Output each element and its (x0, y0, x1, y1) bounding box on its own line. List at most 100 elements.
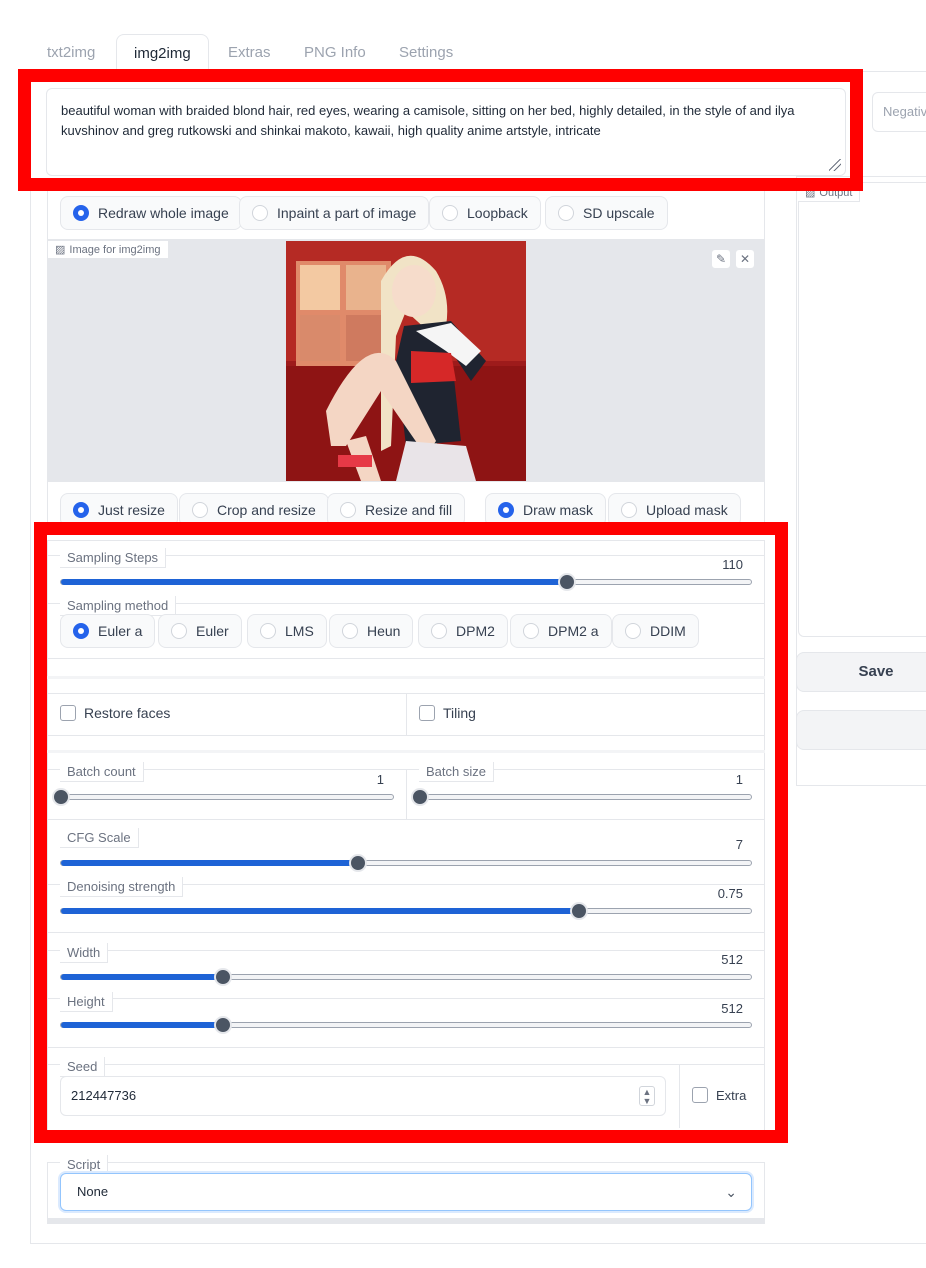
mode-inpaint[interactable]: Inpaint a part of image (239, 196, 430, 230)
prompt-input[interactable]: beautiful woman with braided blond hair,… (46, 88, 846, 176)
sampler-lms[interactable]: LMS (247, 614, 327, 648)
mode-redraw-whole-image[interactable]: Redraw whole image (60, 196, 242, 230)
seed-label: Seed (60, 1057, 106, 1077)
resize-just-resize[interactable]: Just resize (60, 493, 178, 527)
radio-icon (523, 623, 539, 639)
width-slider[interactable] (60, 968, 752, 986)
slider-handle[interactable] (348, 854, 367, 872)
slider-fill (61, 974, 224, 980)
width-label: Width (60, 943, 109, 963)
edit-icon[interactable]: ✎ (711, 249, 731, 269)
radio-icon (192, 502, 208, 518)
restore-faces-checkbox[interactable]: Restore faces (60, 705, 170, 721)
script-dropdown[interactable]: None ⌄ (60, 1173, 752, 1211)
page-border-bottom (30, 1243, 926, 1244)
seed-value: 212447736 (71, 1088, 137, 1103)
image-icon: ▨ (55, 244, 66, 256)
secondary-button[interactable] (796, 710, 926, 750)
batch-size-slider[interactable] (411, 788, 752, 806)
sampling-steps-slider[interactable] (60, 573, 752, 591)
batch-count-slider[interactable] (52, 788, 394, 806)
tiling-checkbox[interactable]: Tiling (419, 705, 476, 721)
radio-icon (442, 205, 458, 221)
batch-size-label: Batch size (419, 762, 494, 782)
slider-handle[interactable] (557, 573, 576, 591)
radio-icon (340, 502, 356, 518)
tab-extras[interactable]: Extras (211, 34, 288, 72)
divider (47, 1047, 765, 1048)
radio-icon (621, 502, 637, 518)
sampler-ddim[interactable]: DDIM (612, 614, 699, 648)
negative-prompt-input[interactable]: Negative (872, 92, 926, 132)
denoising-strength-slider[interactable] (60, 902, 752, 920)
resize-grip-icon[interactable] (829, 159, 841, 171)
script-value: None (77, 1184, 109, 1199)
mode-loopback[interactable]: Loopback (429, 196, 541, 230)
radio-icon (431, 623, 447, 639)
mask-upload[interactable]: Upload mask (608, 493, 741, 527)
sampler-heun[interactable]: Heun (329, 614, 414, 648)
width-value[interactable]: 512 (683, 952, 743, 967)
slider-fill (61, 908, 579, 914)
tab-settings[interactable]: Settings (382, 34, 470, 72)
height-slider[interactable] (60, 1016, 752, 1034)
save-button[interactable]: Save (796, 652, 926, 692)
sampling-method-label: Sampling method (60, 596, 177, 616)
mask-draw[interactable]: Draw mask (485, 493, 607, 527)
denoising-strength-label: Denoising strength (60, 877, 184, 897)
divider (47, 950, 765, 951)
tab-img2img[interactable]: img2img (116, 34, 209, 72)
output-gallery (798, 182, 926, 637)
radio-icon (252, 205, 268, 221)
resize-and-fill[interactable]: Resize and fill (327, 493, 466, 527)
divider (679, 1064, 680, 1128)
divider (47, 998, 765, 999)
stepper-icon[interactable]: ▲ ▼ (639, 1086, 655, 1106)
cfg-scale-slider[interactable] (60, 854, 752, 872)
extra-checkbox[interactable]: Extra (692, 1087, 746, 1103)
cfg-scale-value[interactable]: 7 (683, 837, 743, 852)
image-icon: ▨ (805, 187, 816, 199)
radio-icon (73, 205, 89, 221)
slider-fill (61, 1022, 224, 1028)
checkbox-icon (692, 1087, 708, 1103)
divider (47, 658, 765, 659)
radio-icon (342, 623, 358, 639)
divider (406, 769, 407, 819)
slider-fill (61, 860, 358, 866)
tab-png-info[interactable]: PNG Info (287, 34, 383, 72)
seed-input[interactable]: 212447736 ▲ ▼ (60, 1076, 666, 1116)
sampler-euler-a[interactable]: Euler a (60, 614, 156, 648)
radio-icon (73, 502, 89, 518)
radio-icon (498, 502, 514, 518)
batch-size-value[interactable]: 1 (683, 772, 743, 787)
chevron-down-icon: ⌄ (725, 1184, 737, 1200)
slider-handle[interactable] (411, 788, 429, 806)
slider-handle[interactable] (569, 902, 588, 920)
divider (47, 735, 765, 736)
sampler-dpm2[interactable]: DPM2 (418, 614, 508, 648)
tab-txt2img[interactable]: txt2img (30, 34, 112, 72)
sampling-steps-value[interactable]: 110 (683, 557, 743, 572)
radio-icon (73, 623, 89, 639)
cfg-scale-label: CFG Scale (60, 828, 139, 848)
radio-icon (558, 205, 574, 221)
page-border (30, 71, 31, 1244)
batch-count-label: Batch count (60, 762, 144, 782)
script-label: Script (60, 1155, 109, 1175)
batch-count-value[interactable]: 1 (324, 772, 384, 787)
height-value[interactable]: 512 (683, 1001, 743, 1016)
mode-sd-upscale[interactable]: SD upscale (545, 196, 668, 230)
close-icon[interactable]: ✕ (735, 249, 755, 269)
sampler-euler[interactable]: Euler (158, 614, 242, 648)
radio-icon (260, 623, 276, 639)
separator (47, 676, 765, 679)
divider (47, 819, 765, 820)
sampler-dpm2-a[interactable]: DPM2 a (510, 614, 612, 648)
slider-handle[interactable] (52, 788, 70, 806)
resize-crop-and-resize[interactable]: Crop and resize (179, 493, 329, 527)
output-label: ▨ Output (798, 184, 861, 202)
denoising-strength-value[interactable]: 0.75 (683, 886, 743, 901)
separator (47, 750, 765, 753)
slider-fill (61, 579, 567, 585)
